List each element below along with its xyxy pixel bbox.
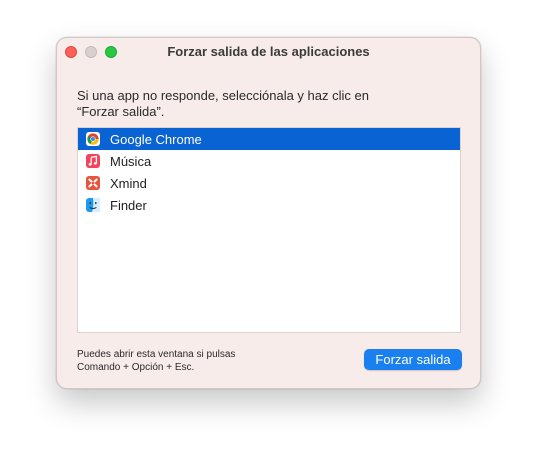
shortcut-hint-line-1: Puedes abrir esta ventana si pulsas [77,349,236,360]
app-label: Xmind [110,175,147,191]
force-quit-button[interactable]: Forzar salida [364,349,462,370]
window-title: Forzar salida de las aplicaciones [167,44,370,59]
app-row-finder[interactable]: Finder [78,194,460,216]
instructions-text: Si una app no responde, selecciónala y h… [77,88,457,120]
app-label: Finder [110,197,147,213]
app-row-google-chrome[interactable]: Google Chrome [78,128,460,150]
screen: Forzar salida de las aplicaciones Si una… [0,0,537,464]
app-list[interactable]: Google Chrome Música Xmind Finder [77,127,461,333]
xmind-icon [86,176,100,190]
app-row-xmind[interactable]: Xmind [78,172,460,194]
finder-icon [86,198,100,212]
app-label: Música [110,153,152,169]
shortcut-hint: Puedes abrir esta ventana si pulsas Coma… [77,348,317,374]
title-bar: Forzar salida de las aplicaciones [57,38,480,66]
shortcut-hint-line-2: Comando + Opción + Esc. [77,362,195,373]
app-row-musica[interactable]: Música [78,150,460,172]
chrome-icon [86,132,100,146]
force-quit-window: Forzar salida de las aplicaciones Si una… [56,37,481,389]
music-icon [86,154,100,168]
app-label: Google Chrome [110,131,202,147]
instructions-line-1: Si una app no responde, selecciónala y h… [77,88,369,103]
instructions-line-2: “Forzar salida”. [77,104,165,119]
